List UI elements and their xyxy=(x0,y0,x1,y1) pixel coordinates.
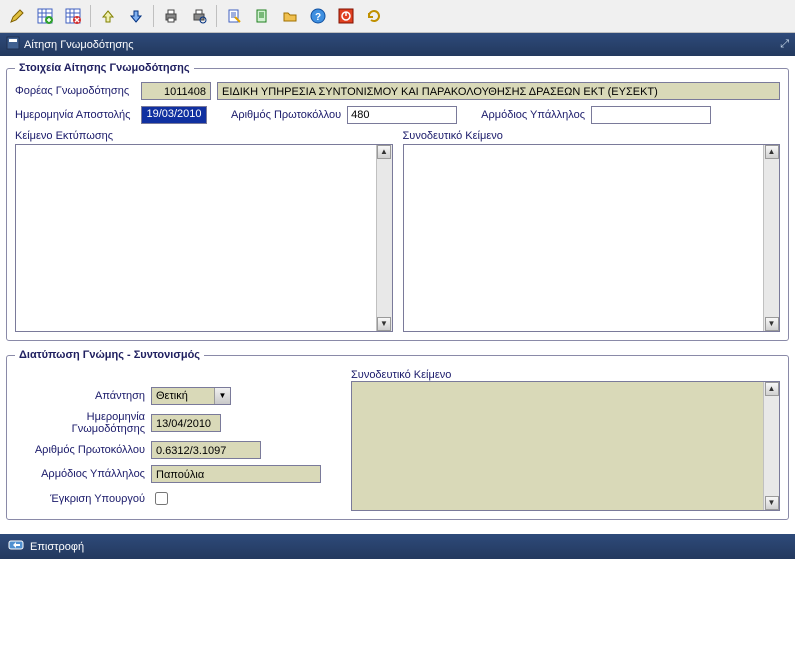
scroll-up-icon[interactable]: ▲ xyxy=(765,145,779,159)
grid-delete-icon[interactable] xyxy=(60,3,86,29)
window-restore-icon[interactable]: ⤢ xyxy=(780,38,789,51)
scroll-up-icon[interactable]: ▲ xyxy=(377,145,391,159)
opinion-attach-text-area[interactable]: ▲ ▼ xyxy=(351,381,780,511)
answer-label: Απάντηση xyxy=(15,390,145,402)
footer-bar: Επιστροφή xyxy=(0,534,795,559)
arrow-up-icon[interactable] xyxy=(95,3,121,29)
request-details-group: Στοιχεία Αίτησης Γνωμοδότησης Φορέας Γνω… xyxy=(6,62,789,341)
agency-code-field[interactable]: 1011408 xyxy=(141,82,211,100)
refresh-icon[interactable] xyxy=(361,3,387,29)
grid-add-icon[interactable] xyxy=(32,3,58,29)
minister-approval-checkbox[interactable] xyxy=(155,492,168,505)
send-date-label: Ημερομηνία Αποστολής xyxy=(15,109,135,121)
attach-text-label: Συνοδευτικό Κείμενο xyxy=(403,130,781,142)
officer-label: Αρμόδιος Υπάλληλος xyxy=(481,109,585,121)
request-details-legend: Στοιχεία Αίτησης Γνωμοδότησης xyxy=(15,62,194,74)
print-preview-icon[interactable] xyxy=(186,3,212,29)
scroll-down-icon[interactable]: ▼ xyxy=(765,317,779,331)
window-icon xyxy=(6,36,20,53)
minister-approval-label: Έγκριση Υπουργού xyxy=(15,493,145,505)
opinion-date-field[interactable]: 13/04/2010 xyxy=(151,414,221,432)
window-body: Στοιχεία Αίτησης Γνωμοδότησης Φορέας Γνω… xyxy=(0,56,795,534)
edit-icon[interactable] xyxy=(4,3,30,29)
scrollbar[interactable]: ▲ ▼ xyxy=(376,145,392,331)
power-icon[interactable] xyxy=(333,3,359,29)
toolbar-separator xyxy=(90,5,91,27)
doc-edit-icon[interactable] xyxy=(221,3,247,29)
arrow-down-icon[interactable] xyxy=(123,3,149,29)
attach-text-area[interactable]: ▲ ▼ xyxy=(403,144,781,332)
folder-icon[interactable] xyxy=(277,3,303,29)
agency-label: Φορέας Γνωμοδότησης xyxy=(15,85,135,97)
main-toolbar: ? xyxy=(0,0,795,33)
back-button[interactable]: Επιστροφή xyxy=(30,541,84,553)
scroll-up-icon[interactable]: ▲ xyxy=(765,382,779,396)
officer-input[interactable] xyxy=(591,106,711,124)
scrollbar[interactable]: ▲ ▼ xyxy=(763,382,779,510)
window-titlebar: Αίτηση Γνωμοδότησης ⤢ xyxy=(0,33,795,56)
scroll-down-icon[interactable]: ▼ xyxy=(377,317,391,331)
send-date-field[interactable]: 19/03/2010 xyxy=(141,106,207,124)
toolbar-separator xyxy=(216,5,217,27)
print-text-area[interactable]: ▲ ▼ xyxy=(15,144,393,332)
svg-text:?: ? xyxy=(315,12,321,23)
window-title: Αίτηση Γνωμοδότησης xyxy=(24,39,134,51)
agency-name-field[interactable]: ΕΙΔΙΚΗ ΥΠΗΡΕΣΙΑ ΣΥΝΤΟΝΙΣΜΟΥ ΚΑΙ ΠΑΡΑΚΟΛΟ… xyxy=(217,82,780,100)
protocol-label: Αριθμός Πρωτοκόλλου xyxy=(231,109,341,121)
back-icon[interactable] xyxy=(8,538,24,555)
toolbar-separator xyxy=(153,5,154,27)
opinion-officer-label: Αρμόδιος Υπάλληλος xyxy=(15,468,145,480)
help-icon[interactable]: ? xyxy=(305,3,331,29)
scroll-down-icon[interactable]: ▼ xyxy=(765,496,779,510)
opinion-legend: Διατύπωση Γνώμης - Συντονισμός xyxy=(15,349,204,361)
answer-select[interactable]: Θετική ▼ xyxy=(151,387,231,405)
opinion-group: Διατύπωση Γνώμης - Συντονισμός Απάντηση … xyxy=(6,349,789,520)
doc-new-icon[interactable] xyxy=(249,3,275,29)
protocol-input[interactable] xyxy=(347,106,457,124)
opinion-attach-label: Συνοδευτικό Κείμενο xyxy=(351,369,451,381)
print-text-label: Κείμενο Εκτύπωσης xyxy=(15,130,393,142)
chevron-down-icon[interactable]: ▼ xyxy=(214,388,230,404)
scrollbar[interactable]: ▲ ▼ xyxy=(763,145,779,331)
opinion-protocol-label: Αριθμός Πρωτοκόλλου xyxy=(15,444,145,456)
opinion-date-label: Ημερομηνία Γνωμοδότησης xyxy=(15,411,145,435)
opinion-officer-field[interactable]: Παπούλια xyxy=(151,465,321,483)
opinion-protocol-field[interactable]: 0.6312/3.1097 xyxy=(151,441,261,459)
print-icon[interactable] xyxy=(158,3,184,29)
